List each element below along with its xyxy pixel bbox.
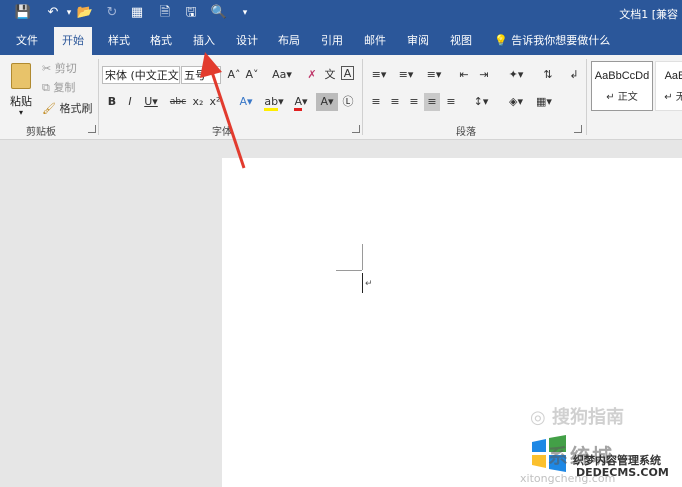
ribbon-tabs: 文件 开始 样式 格式 插入 设计 布局 引用 邮件 审阅 视图 💡 告诉我你想… (0, 27, 682, 55)
tab-layout[interactable]: 布局 (278, 27, 300, 55)
decrease-indent-icon[interactable]: ⇤ (456, 66, 472, 84)
margin-corner-mark (362, 244, 363, 270)
align-center-icon[interactable]: ≡ (387, 93, 403, 111)
multilevel-list-icon[interactable]: ≡▾ (422, 66, 446, 84)
cut-button[interactable]: ✂ 剪切 (42, 59, 77, 79)
watermark-url: xitongcheng.com (520, 472, 616, 485)
increase-indent-icon[interactable]: ⇥ (476, 66, 492, 84)
tab-home[interactable]: 开始 (54, 27, 92, 55)
style-name: ↵ 无 (664, 92, 682, 103)
watermark-sogou: ◎ 搜狗指南 (530, 407, 624, 428)
tab-insert[interactable]: 插入 (193, 27, 215, 55)
group-separator (586, 59, 587, 135)
cut-label: 剪切 (54, 62, 77, 75)
font-name-combo[interactable]: 宋体 (中文正文) (102, 66, 180, 84)
shrink-font-icon[interactable]: A˅ (244, 66, 260, 84)
font-size-value: 五号 (184, 69, 206, 82)
underline-icon[interactable]: U▾ (140, 93, 162, 111)
paste-button[interactable]: 粘贴 ▾ (6, 61, 36, 117)
text-effects-icon[interactable]: A▾ (235, 93, 257, 111)
font-color-icon[interactable]: A▾ (290, 93, 312, 111)
align-right-icon[interactable]: ≡ (406, 93, 422, 111)
paintbrush-icon: 🖌 (42, 102, 56, 115)
group-separator (362, 59, 363, 135)
superscript-icon[interactable]: x² (207, 93, 223, 111)
tell-me-text: 告诉我你想要做什么 (511, 34, 611, 47)
change-case-icon[interactable]: Aa▾ (270, 66, 294, 84)
tab-design[interactable]: 设计 (236, 27, 258, 55)
bullets-icon[interactable]: ≡▾ (368, 66, 390, 84)
character-border-icon[interactable]: A (341, 66, 354, 80)
distributed-icon[interactable]: ≡ (443, 93, 459, 111)
paste-label: 粘贴 (10, 95, 32, 108)
sogou-logo-icon: ◎ (530, 407, 546, 428)
phonetic-guide-icon[interactable]: 文 (322, 66, 338, 84)
sort-icon[interactable]: ⇅ (540, 66, 556, 84)
justify-icon[interactable]: ≡ (424, 93, 440, 111)
copy-label: 复制 (53, 81, 76, 94)
font-size-combo[interactable]: 五号 (181, 66, 221, 84)
copy-button[interactable]: ⧉ 复制 (42, 78, 75, 98)
style-normal[interactable]: AaBbCcDd ↵ 正文 (591, 61, 653, 111)
bold-icon[interactable]: B (104, 93, 120, 111)
tab-mailings[interactable]: 邮件 (364, 27, 386, 55)
open-folder-icon[interactable]: 📂 (76, 4, 94, 22)
shading-icon[interactable]: ◈▾ (504, 93, 528, 111)
paste-dropdown-icon: ▾ (18, 108, 23, 117)
title-bar: 💾 ↶ ▾ 📂 ↻ ▦ 🗎 🖫 🔍 ▾ 文档1 [兼容 (0, 0, 682, 27)
ribbon-home: 粘贴 ▾ ✂ 剪切 ⧉ 复制 🖌 格式刷 剪贴板 宋体 (中文正文) 五号 A˄… (0, 55, 682, 140)
save-as-icon[interactable]: 🖫 (182, 4, 200, 22)
strikethrough-icon[interactable]: abc (168, 93, 188, 111)
italic-icon[interactable]: I (122, 93, 138, 111)
grow-font-icon[interactable]: A˄ (226, 66, 242, 84)
font-name-value: 宋体 (中文正文) (105, 69, 180, 82)
scissors-icon: ✂ (42, 62, 52, 75)
subscript-icon[interactable]: x₂ (190, 93, 206, 111)
clear-formatting-icon[interactable]: ✗ (304, 66, 320, 84)
print-preview-icon[interactable]: 🔍 (210, 4, 228, 22)
style-preview: AaB (664, 70, 682, 82)
tab-format[interactable]: 格式 (150, 27, 172, 55)
style-no-spacing[interactable]: AaB ↵ 无 (655, 61, 682, 111)
format-painter-label: 格式刷 (59, 102, 93, 115)
margin-corner-mark (336, 270, 362, 271)
align-left-icon[interactable]: ≡ (368, 93, 384, 111)
clipboard-launcher-icon[interactable] (88, 125, 96, 133)
borders-icon[interactable]: ▦▾ (532, 93, 556, 111)
highlight-icon[interactable]: ab▾ (262, 93, 286, 111)
copy-icon: ⧉ (42, 81, 50, 94)
document-page[interactable] (222, 158, 682, 487)
numbering-icon[interactable]: ≡▾ (395, 66, 417, 84)
format-painter-button[interactable]: 🖌 格式刷 (42, 99, 92, 119)
paragraph-launcher-icon[interactable] (574, 125, 582, 133)
text-cursor (362, 273, 363, 293)
redo-icon: ↻ (106, 5, 118, 20)
customize-qat-icon[interactable]: ▾ (236, 4, 254, 22)
table-icon[interactable]: ▦ (128, 4, 146, 22)
tell-me-box[interactable]: 💡 告诉我你想要做什么 (494, 27, 610, 55)
style-preview: AaBbCcDd (594, 70, 650, 82)
show-marks-icon[interactable]: ↲ (566, 66, 582, 84)
enclose-character-icon[interactable]: Ⓛ (340, 93, 356, 111)
tab-review[interactable]: 审阅 (407, 27, 429, 55)
style-name: ↵ 正文 (606, 92, 638, 103)
window-title: 文档1 [兼容 (619, 8, 678, 21)
save-icon[interactable]: 💾 (14, 4, 32, 22)
paste-icon (11, 63, 31, 89)
lightbulb-icon: 💡 (494, 34, 508, 47)
tab-references[interactable]: 引用 (321, 27, 343, 55)
tab-view[interactable]: 视图 (450, 27, 472, 55)
clipboard-group-label: 剪贴板 (26, 127, 56, 138)
font-launcher-icon[interactable] (352, 125, 360, 133)
tab-styles[interactable]: 样式 (108, 27, 130, 55)
paragraph-mark-icon: ↵ (365, 279, 373, 289)
character-shading-icon[interactable]: A▾ (316, 93, 338, 111)
line-spacing-icon[interactable]: ↕▾ (470, 93, 492, 111)
new-document-icon[interactable]: 🗎 (156, 4, 174, 22)
paragraph-group-label: 段落 (456, 127, 476, 138)
font-group-label: 字体 (212, 127, 232, 138)
tab-file[interactable]: 文件 (16, 27, 38, 55)
asian-layout-icon[interactable]: ✦▾ (504, 66, 528, 84)
group-separator (98, 59, 99, 135)
